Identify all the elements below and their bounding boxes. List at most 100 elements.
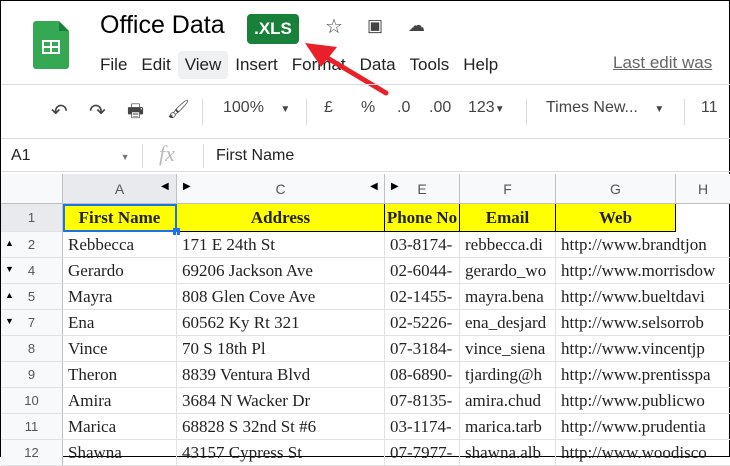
group-expand-up-icon[interactable]: ▲ (5, 290, 14, 300)
menu-tools[interactable]: Tools (403, 51, 457, 79)
menu-data[interactable]: Data (353, 51, 403, 79)
menu-format[interactable]: Format (285, 51, 353, 79)
table-cell[interactable]: 02-6044- (385, 258, 460, 284)
last-edit-link[interactable]: Last edit was (613, 53, 712, 73)
table-cell[interactable]: 808 Glen Cove Ave (177, 284, 385, 310)
percent-button[interactable]: % (361, 99, 375, 117)
zoom-value: 100% (223, 99, 264, 116)
table-cell[interactable]: 07-7977- (385, 440, 460, 466)
table-cell[interactable]: 07-3184- (385, 336, 460, 362)
currency-button[interactable]: £ (324, 99, 333, 117)
paint-format-icon[interactable]: 🖌 (167, 99, 190, 120)
decrease-decimal-button[interactable]: .0 (397, 99, 410, 117)
row-header-9[interactable]: 9 (1, 362, 63, 388)
row-header-10[interactable]: 10 (1, 388, 63, 414)
table-cell[interactable]: Shawna (63, 440, 177, 466)
table-cell[interactable]: http://www.bueltdavi (556, 284, 730, 310)
font-size-input[interactable]: 11 (701, 99, 718, 117)
header-cell[interactable]: Address (177, 204, 385, 232)
table-cell[interactable]: 03-1174- (385, 414, 460, 440)
table-cell[interactable]: http://www.publicwo (556, 388, 730, 414)
table-cell[interactable]: 8839 Ventura Blvd (177, 362, 385, 388)
font-select[interactable]: Times New... ▼ (546, 99, 664, 117)
table-cell[interactable]: 3684 N Wacker Dr (177, 388, 385, 414)
table-cell[interactable]: Ena (63, 310, 177, 336)
header-cell[interactable]: Web (556, 204, 676, 232)
hidden-column-right-arrow[interactable]: ▶ (391, 181, 399, 192)
header-cell[interactable]: Phone No (385, 204, 460, 232)
menu-insert[interactable]: Insert (228, 51, 285, 79)
row-header-8[interactable]: 8 (1, 336, 63, 362)
table-cell[interactable]: http://www.brandtjon (556, 232, 730, 258)
group-expand-down-icon[interactable]: ▼ (5, 316, 14, 326)
group-expand-down-icon[interactable]: ▼ (5, 264, 14, 274)
undo-icon[interactable]: ↶ (51, 99, 68, 124)
sheets-logo[interactable] (33, 21, 69, 69)
more-formats-label: 123 (468, 99, 495, 116)
table-cell[interactable]: 03-8174- (385, 232, 460, 258)
column-header-h[interactable]: H (676, 174, 730, 204)
font-value: Times New... (546, 99, 638, 116)
fx-icon: fx (159, 141, 175, 166)
table-cell[interactable]: Gerardo (63, 258, 177, 284)
table-cell[interactable]: 171 E 24th St (177, 232, 385, 258)
table-cell[interactable]: Marica (63, 414, 177, 440)
column-header-f[interactable]: F (460, 174, 556, 204)
table-cell[interactable]: shawna.alb (460, 440, 556, 466)
table-cell[interactable]: tjarding@h (460, 362, 556, 388)
table-cell[interactable]: 69206 Jackson Ave (177, 258, 385, 284)
table-cell[interactable]: amira.chud (460, 388, 556, 414)
group-expand-up-icon[interactable]: ▲ (5, 238, 14, 248)
row-header-12[interactable]: 12 (1, 440, 63, 466)
column-header-g[interactable]: G (556, 174, 676, 204)
more-formats-button[interactable]: 123▼ (468, 99, 505, 117)
table-cell[interactable]: gerardo_wo (460, 258, 556, 284)
header-cell[interactable]: Email (460, 204, 556, 232)
menu-edit[interactable]: Edit (134, 51, 177, 79)
move-folder-icon[interactable]: ▣ (367, 16, 383, 36)
table-cell[interactable]: 08-6890- (385, 362, 460, 388)
table-cell[interactable]: 43157 Cypress St (177, 440, 385, 466)
column-header-a[interactable]: A (63, 174, 177, 204)
menu-view[interactable]: View (177, 51, 229, 79)
table-cell[interactable]: http://www.morrisdow (556, 258, 730, 284)
table-cell[interactable]: 68828 S 32nd St #6 (177, 414, 385, 440)
table-cell[interactable]: 70 S 18th Pl (177, 336, 385, 362)
table-cell[interactable]: ena_desjard (460, 310, 556, 336)
table-cell[interactable]: 02-5226- (385, 310, 460, 336)
cloud-status-icon[interactable]: ☁ (408, 16, 425, 36)
table-cell[interactable]: Amira (63, 388, 177, 414)
star-icon[interactable]: ☆ (325, 14, 343, 39)
table-cell[interactable]: mayra.bena (460, 284, 556, 310)
table-cell[interactable]: 07-8135- (385, 388, 460, 414)
hidden-column-left-arrow[interactable]: ◀ (370, 181, 378, 192)
table-cell[interactable]: Theron (63, 362, 177, 388)
table-cell[interactable]: http://www.vincentjp (556, 336, 730, 362)
redo-icon[interactable]: ↷ (89, 99, 106, 124)
table-cell[interactable]: http://www.woodisco (556, 440, 730, 466)
table-cell[interactable]: 02-1455- (385, 284, 460, 310)
table-cell[interactable]: marica.tarb (460, 414, 556, 440)
print-icon[interactable]: 🖶 (127, 99, 144, 129)
menu-file[interactable]: File (93, 51, 134, 79)
table-cell[interactable]: Vince (63, 336, 177, 362)
select-all-corner[interactable] (1, 174, 63, 204)
row-header-11[interactable]: 11 (1, 414, 63, 440)
hidden-column-right-arrow[interactable]: ▶ (183, 181, 191, 192)
increase-decimal-button[interactable]: .00 (429, 99, 451, 117)
table-cell[interactable]: http://www.selsorrob (556, 310, 730, 336)
hidden-column-left-arrow[interactable]: ◀ (161, 181, 169, 192)
doc-title[interactable]: Office Data (100, 11, 225, 40)
table-cell[interactable]: 60562 Ky Rt 321 (177, 310, 385, 336)
table-cell[interactable]: Mayra (63, 284, 177, 310)
row-header-1[interactable]: 1 (1, 204, 63, 232)
header-cell[interactable]: First Name (63, 204, 177, 232)
column-header-c[interactable]: C (177, 174, 385, 204)
table-cell[interactable]: Rebbecca (63, 232, 177, 258)
zoom-select[interactable]: 100% ▼ (223, 99, 290, 117)
table-cell[interactable]: vince_siena (460, 336, 556, 362)
table-cell[interactable]: http://www.prudentia (556, 414, 730, 440)
table-cell[interactable]: rebbecca.di (460, 232, 556, 258)
table-cell[interactable]: http://www.prentisspa (556, 362, 730, 388)
menu-help[interactable]: Help (456, 51, 505, 79)
